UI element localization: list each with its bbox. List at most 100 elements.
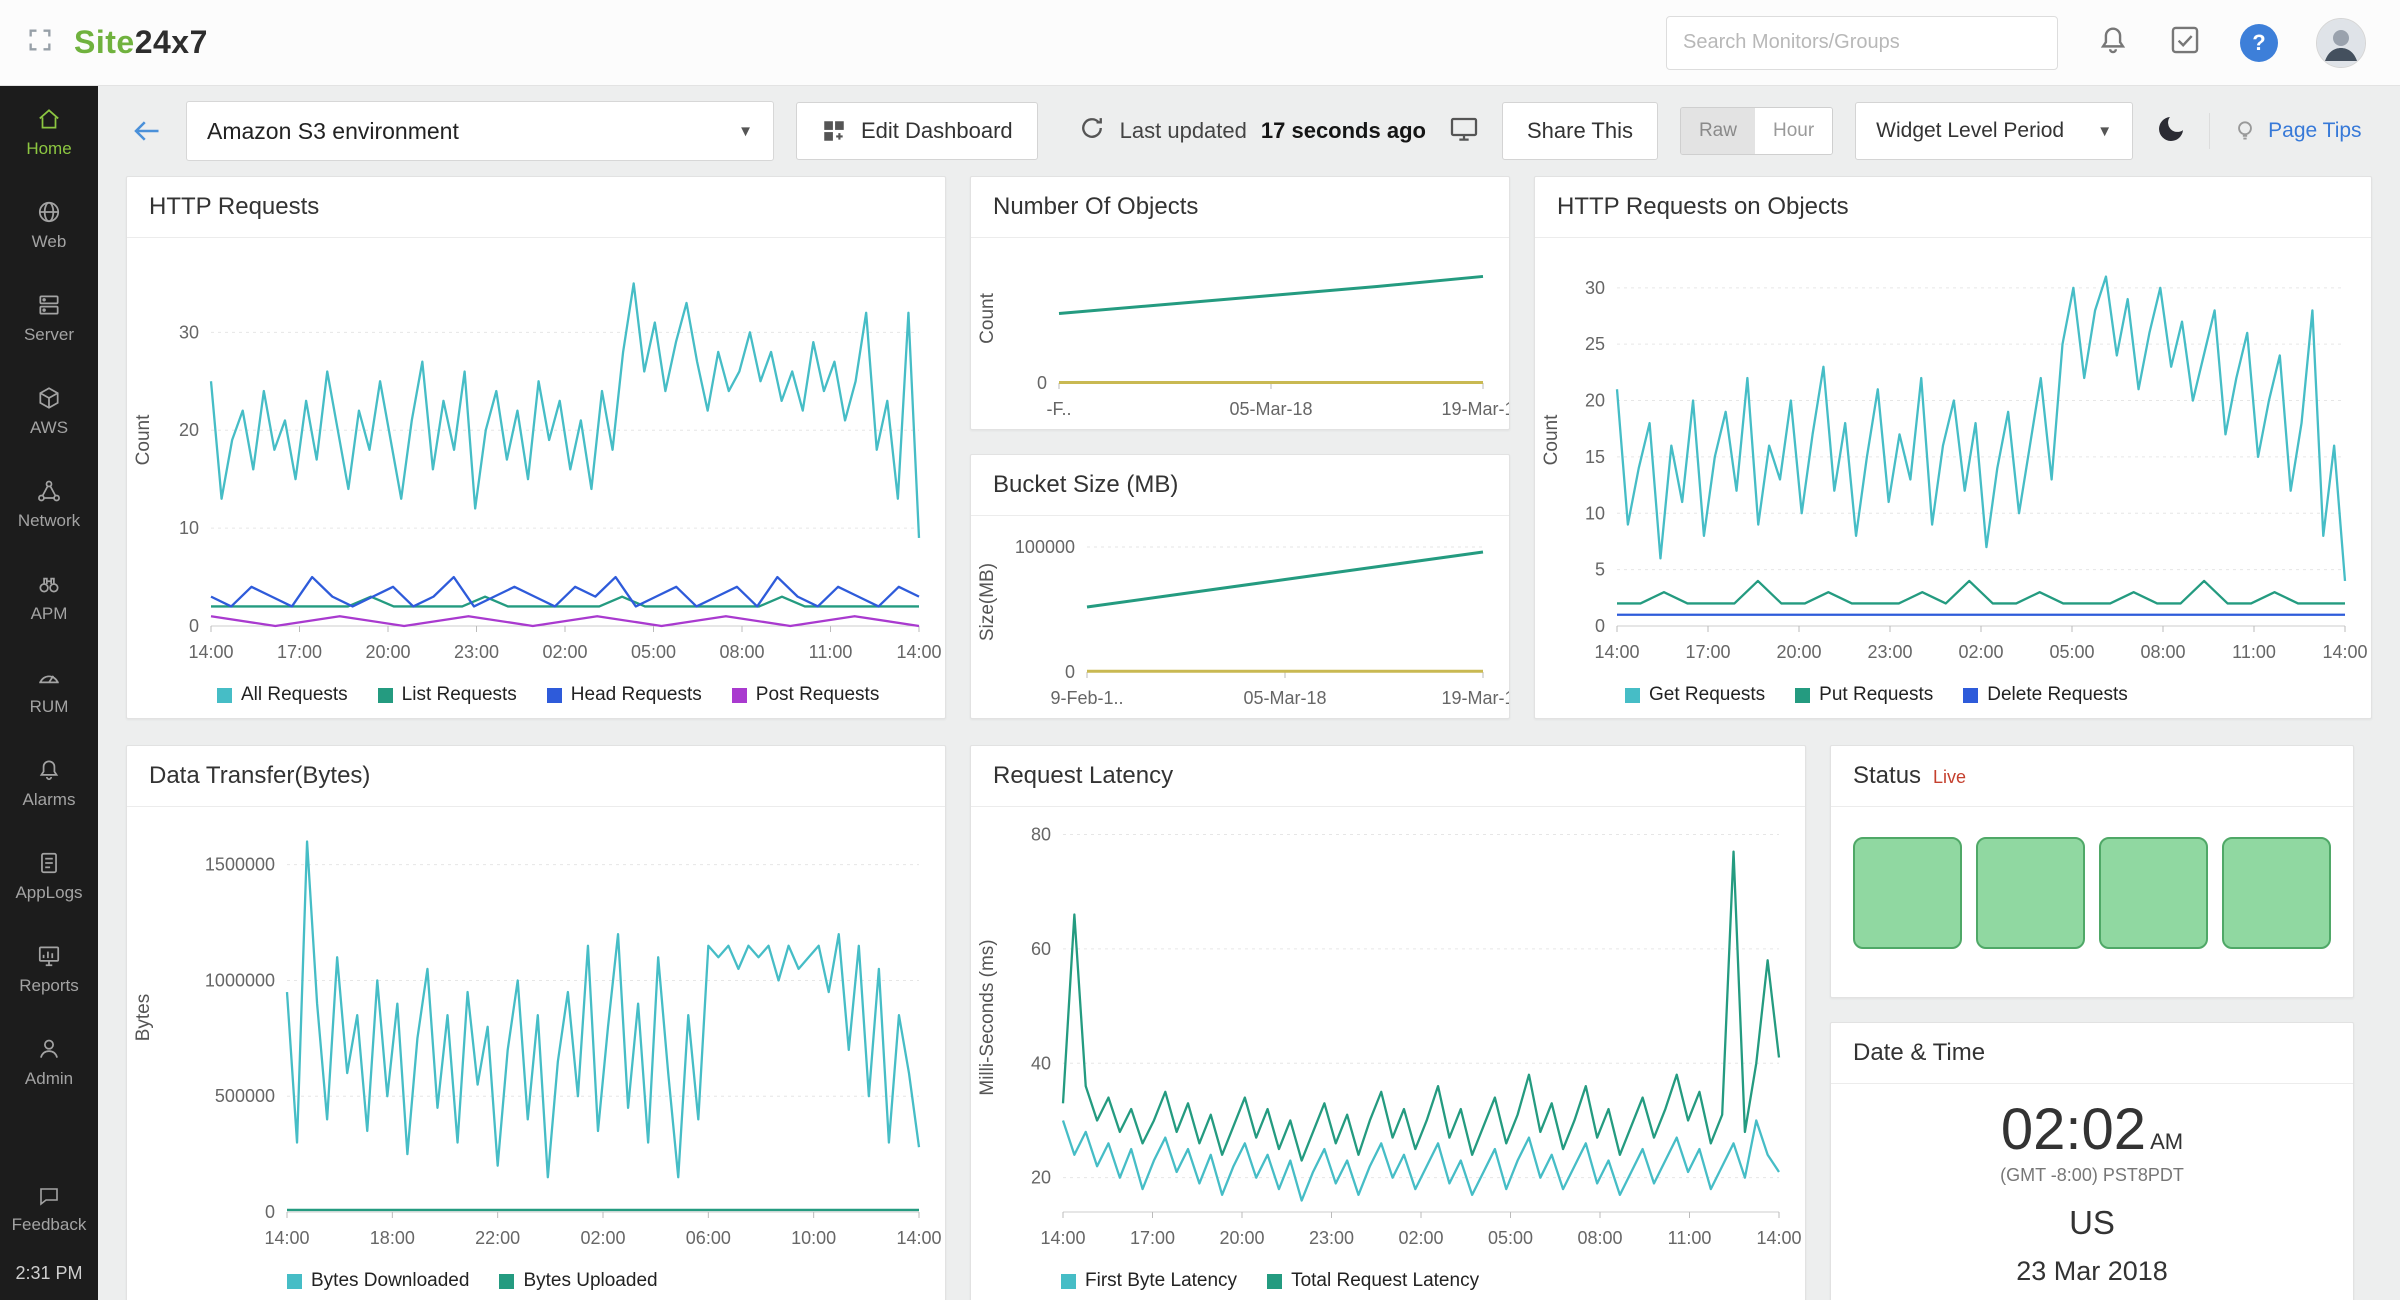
toggle-hour[interactable]: Hour <box>1755 108 1832 154</box>
dashboard-selector-dropdown[interactable]: Amazon S3 environment ▼ <box>186 101 774 161</box>
user-avatar[interactable] <box>2316 18 2366 68</box>
aws-icon <box>36 385 62 411</box>
svg-text:14:00: 14:00 <box>1040 1228 1085 1248</box>
status-box[interactable] <box>2099 837 2208 949</box>
sidebar-item-apm[interactable]: APM <box>0 551 98 644</box>
raw-hour-toggle: Raw Hour <box>1680 107 1833 155</box>
widget-status: Status Live <box>1830 745 2354 998</box>
checklist-icon[interactable] <box>2168 23 2202 62</box>
svg-text:Size(MB): Size(MB) <box>977 563 998 641</box>
status-title: Status <box>1853 762 1921 790</box>
legend-item-bytes-uploaded[interactable]: Bytes Uploaded <box>499 1270 657 1292</box>
status-box[interactable] <box>2222 837 2331 949</box>
legend-item-get-requests[interactable]: Get Requests <box>1625 684 1765 706</box>
network-icon <box>36 478 62 504</box>
sidebar-item-reports[interactable]: Reports <box>0 923 98 1016</box>
svg-text:19-Mar-18: 19-Mar-18 <box>1441 688 1509 708</box>
svg-text:14:00: 14:00 <box>2322 642 2367 662</box>
home-icon <box>36 106 62 132</box>
expand-icon[interactable] <box>26 26 54 59</box>
sidebar-item-rum[interactable]: RUM <box>0 644 98 737</box>
search-input[interactable] <box>1666 16 2058 70</box>
http-requests-on-objects-chart: 05101520253014:0017:0020:0023:0002:0005:… <box>1535 238 2371 672</box>
widget-row-2: Data Transfer(Bytes) 0500000100000015000… <box>126 745 2372 1300</box>
svg-text:02:00: 02:00 <box>1958 642 2003 662</box>
request-latency-chart: 2040608014:0017:0020:0023:0002:0005:0008… <box>971 807 1805 1258</box>
sidebar-item-applogs[interactable]: AppLogs <box>0 830 98 923</box>
sidebar-item-feedback[interactable]: Feedback <box>12 1169 87 1249</box>
status-box[interactable] <box>1853 837 1962 949</box>
share-this-button[interactable]: Share This <box>1502 102 1658 160</box>
status-box[interactable] <box>1976 837 2085 949</box>
svg-text:02:00: 02:00 <box>542 642 587 662</box>
svg-text:0: 0 <box>189 616 199 636</box>
legend-item-total-request-latency[interactable]: Total Request Latency <box>1267 1270 1479 1292</box>
sidebar-item-home[interactable]: Home <box>0 86 98 179</box>
legend-swatch <box>1061 1274 1076 1289</box>
svg-text:10: 10 <box>1585 503 1605 523</box>
date-time-body: 02:02 AM (GMT -8:00) PST8PDT US 23 Mar 2… <box>1831 1084 2353 1287</box>
back-arrow-icon[interactable] <box>128 116 164 146</box>
sidebar-item-network[interactable]: Network <box>0 458 98 551</box>
legend-item-all-requests[interactable]: All Requests <box>217 684 348 706</box>
display-screen-icon[interactable] <box>1448 113 1480 150</box>
top-bar: Site24x7 ? <box>0 0 2400 86</box>
http-requests-chart: 010203014:0017:0020:0023:0002:0005:0008:… <box>127 238 945 672</box>
widget-data-transfer: Data Transfer(Bytes) 0500000100000015000… <box>126 745 946 1300</box>
sidebar-item-admin[interactable]: Admin <box>0 1016 98 1109</box>
edit-dashboard-button[interactable]: Edit Dashboard <box>796 102 1038 160</box>
legend-label: Total Request Latency <box>1291 1270 1479 1292</box>
bell-icon[interactable] <box>2096 23 2130 62</box>
refresh-icon[interactable] <box>1078 114 1106 148</box>
widget-title: Status Live <box>1831 746 2353 807</box>
sidebar-item-alarms[interactable]: Alarms <box>0 737 98 830</box>
widget-column-right: Status Live Date & Time 02:02 <box>1830 745 2354 1300</box>
svg-text:10: 10 <box>179 518 199 538</box>
svg-text:1000000: 1000000 <box>205 970 275 990</box>
legend-label: Put Requests <box>1819 684 1933 706</box>
sidebar-item-web[interactable]: Web <box>0 179 98 272</box>
time-value: 02:02 <box>2001 1096 2146 1163</box>
legend-item-list-requests[interactable]: List Requests <box>378 684 517 706</box>
widget-level-period-dropdown[interactable]: Widget Level Period ▼ <box>1855 102 2133 160</box>
svg-text:20: 20 <box>1585 391 1605 411</box>
dark-mode-moon-icon[interactable] <box>2155 113 2187 150</box>
svg-text:25: 25 <box>1585 334 1605 354</box>
legend-item-first-byte-latency[interactable]: First Byte Latency <box>1061 1270 1237 1292</box>
topbar-left: Site24x7 <box>0 24 208 61</box>
svg-text:500000: 500000 <box>215 1086 275 1106</box>
legend-item-delete-requests[interactable]: Delete Requests <box>1963 684 2127 706</box>
svg-text:14:00: 14:00 <box>264 1228 309 1248</box>
edit-dashboard-label: Edit Dashboard <box>861 118 1013 144</box>
svg-text:30: 30 <box>1585 278 1605 298</box>
dashboard-toolbar: Amazon S3 environment ▼ Edit Dashboard L… <box>98 86 2400 176</box>
share-this-label: Share This <box>1527 118 1633 144</box>
legend-item-head-requests[interactable]: Head Requests <box>547 684 702 706</box>
http-requests-on-objects-svg: 05101520253014:0017:0020:0023:0002:0005:… <box>1535 238 2371 672</box>
page-tips-button[interactable]: Page Tips <box>2232 118 2361 144</box>
toggle-raw[interactable]: Raw <box>1681 108 1755 154</box>
svg-text:Bytes: Bytes <box>133 994 154 1042</box>
legend-swatch <box>1795 688 1810 703</box>
legend-item-post-requests[interactable]: Post Requests <box>732 684 880 706</box>
legend-swatch <box>1963 688 1978 703</box>
svg-text:05:00: 05:00 <box>2049 642 2094 662</box>
site24x7-logo[interactable]: Site24x7 <box>74 24 208 61</box>
http-requests-svg: 010203014:0017:0020:0023:0002:0005:0008:… <box>127 238 945 672</box>
svg-text:0: 0 <box>1065 662 1075 682</box>
last-updated: Last updated 17 seconds ago <box>1078 114 1426 148</box>
rum-icon <box>36 664 62 690</box>
chevron-down-icon: ▼ <box>2097 123 2112 140</box>
svg-text:Count: Count <box>977 292 998 343</box>
sidebar-item-server[interactable]: Server <box>0 272 98 365</box>
legend-item-put-requests[interactable]: Put Requests <box>1795 684 1933 706</box>
widget-level-period-label: Widget Level Period <box>1876 119 2064 143</box>
help-icon[interactable]: ? <box>2240 24 2278 62</box>
sidebar-label: Home <box>26 139 71 159</box>
sidebar-item-aws[interactable]: AWS <box>0 365 98 458</box>
sidebar-label: Admin <box>25 1069 73 1089</box>
svg-text:08:00: 08:00 <box>719 642 764 662</box>
widget-request-latency: Request Latency 2040608014:0017:0020:002… <box>970 745 1806 1300</box>
legend-item-bytes-downloaded[interactable]: Bytes Downloaded <box>287 1270 469 1292</box>
svg-text:23:00: 23:00 <box>454 642 499 662</box>
